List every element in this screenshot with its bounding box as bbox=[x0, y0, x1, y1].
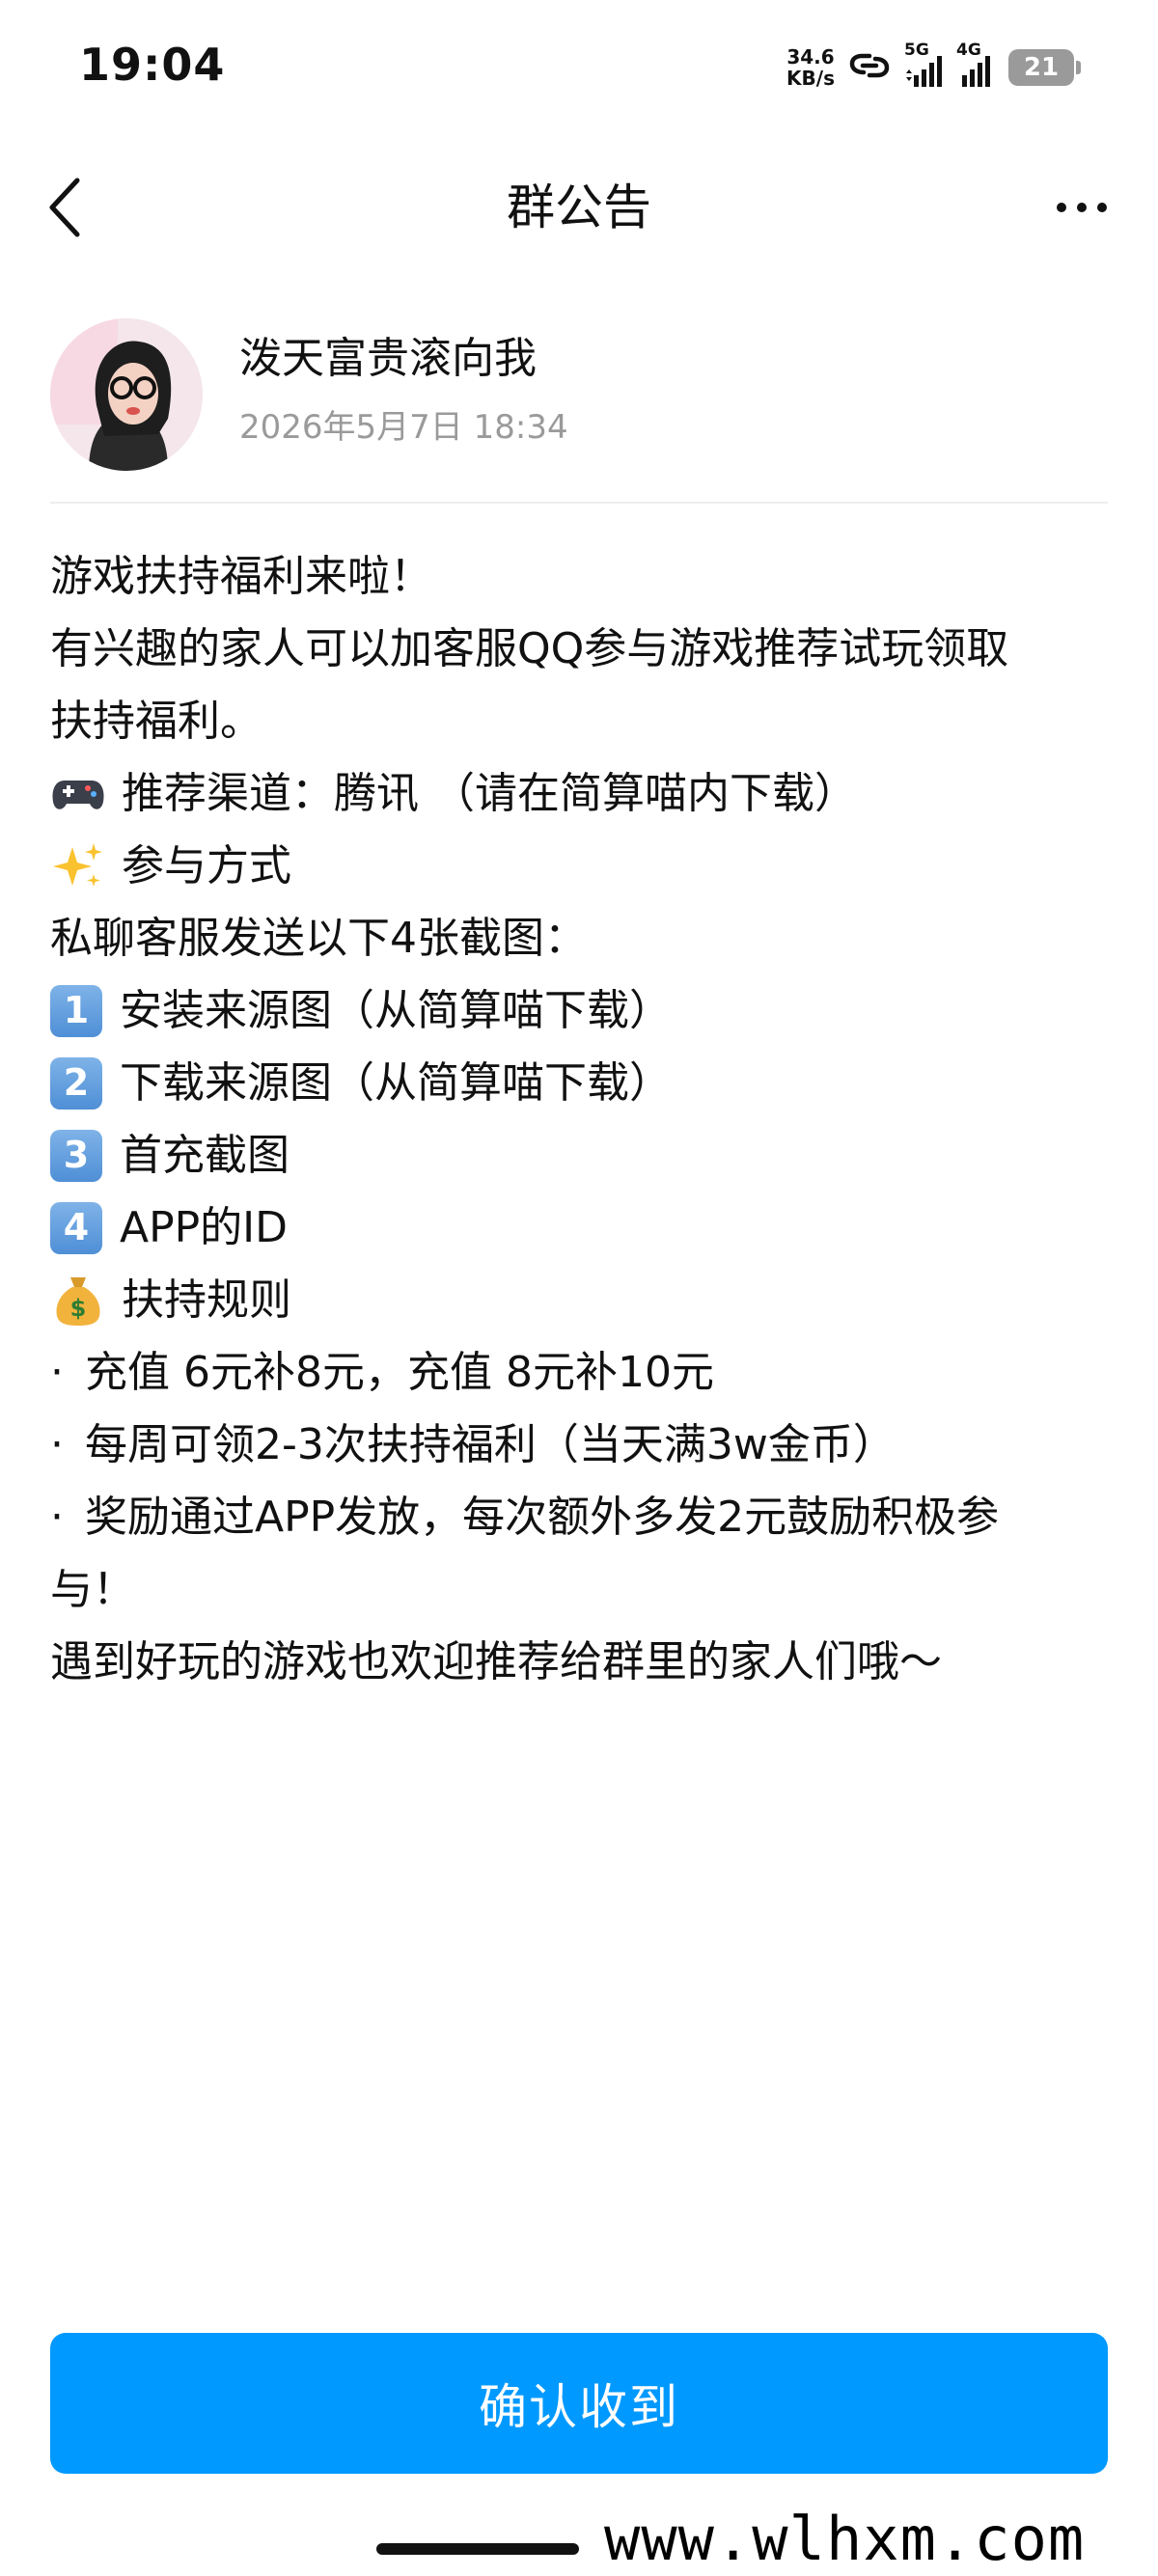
svg-text:$: $ bbox=[70, 1295, 87, 1322]
announcement-text: 有兴趣的家人可以加客服QQ参与游戏推荐试玩领取 bbox=[50, 624, 1009, 673]
battery-icon: 21 bbox=[1008, 49, 1074, 86]
battery-level: 21 bbox=[1023, 53, 1060, 82]
network-speed-value: 34.6 bbox=[786, 45, 835, 69]
more-dots-icon bbox=[1057, 203, 1107, 212]
announcement-text: 扶持规则 bbox=[122, 1275, 291, 1325]
announcement-text: 推荐渠道：腾讯 （请在简算喵内下载） bbox=[122, 769, 857, 818]
announcement-text: 安装来源图（从简算喵下载） bbox=[120, 986, 672, 1035]
status-icons: 34.6 KB/s 5G 4G 21 bbox=[786, 39, 1081, 96]
announcement-text: 每周可领2-3次扶持福利（当天满3w金币） bbox=[85, 1420, 896, 1469]
announcement-line: 扶持福利。 bbox=[50, 685, 1112, 757]
more-button[interactable] bbox=[1048, 174, 1116, 241]
announcement-line: 与！ bbox=[50, 1553, 1112, 1626]
announcement-line: 1 安装来源图（从简算喵下载） bbox=[50, 974, 1112, 1047]
page: 19:04 34.6 KB/s 5G 4G 21 群公告 泼天富贵滚向我 202… bbox=[0, 0, 1158, 2576]
announcement-text: 参与方式 bbox=[122, 841, 291, 891]
status-time: 19:04 bbox=[79, 39, 226, 91]
status-bar: 19:04 34.6 KB/s 5G 4G 21 bbox=[0, 0, 1158, 145]
page-title: 群公告 bbox=[507, 179, 651, 235]
announcement-text: 下载来源图（从简算喵下载） bbox=[120, 1058, 672, 1108]
announcement-line: 2 下载来源图（从简算喵下载） bbox=[50, 1047, 1112, 1119]
nav-bar: 群公告 bbox=[0, 145, 1158, 270]
announcement-line: $ 扶持规则 bbox=[50, 1264, 1112, 1336]
announcement-line: 游戏扶持福利来啦！ bbox=[50, 540, 1112, 613]
sparkles-icon bbox=[50, 838, 106, 894]
author-info: 泼天富贵滚向我 2026年5月7日 18:34 bbox=[50, 318, 1108, 502]
announcement-line: 参与方式 bbox=[50, 830, 1112, 902]
announcement-content: 游戏扶持福利来啦！ 有兴趣的家人可以加客服QQ参与游戏推荐试玩领取 扶持福利。 … bbox=[50, 540, 1112, 1698]
post-date: 2026年5月7日 18:34 bbox=[239, 408, 568, 447]
announcement-line: · 每周可领2-3次扶持福利（当天满3w金币） bbox=[50, 1409, 1112, 1481]
announcement-text: 充值 6元补8元，充值 8元补10元 bbox=[85, 1348, 714, 1397]
watermark: www.wlhxm.com bbox=[604, 2504, 1086, 2574]
network-speed-unit: KB/s bbox=[786, 67, 835, 90]
announcement-line: · 奖励通过APP发放，每次额外多发2元鼓励积极参 bbox=[50, 1481, 1112, 1553]
announcement-line: 3 首充截图 bbox=[50, 1119, 1112, 1192]
keycap-1-icon: 1 bbox=[50, 984, 102, 1037]
signal-5g: 5G bbox=[904, 41, 943, 89]
money-bag-icon: $ bbox=[50, 1273, 106, 1329]
home-indicator[interactable] bbox=[376, 2543, 579, 2555]
keycap-2-icon: 2 bbox=[50, 1056, 102, 1110]
signal-5g-label: 5G bbox=[904, 41, 929, 60]
confirm-received-button[interactable]: 确认收到 bbox=[50, 2333, 1108, 2474]
announcement-line: 遇到好玩的游戏也欢迎推荐给群里的家人们哦～ bbox=[50, 1626, 1112, 1698]
divider bbox=[50, 502, 1108, 504]
gamepad-icon bbox=[50, 766, 106, 822]
bullet: · bbox=[50, 1493, 64, 1542]
network-speed: 34.6 KB/s bbox=[786, 46, 835, 89]
announcement-text: 私聊客服发送以下4张截图： bbox=[50, 914, 587, 963]
announcement-text: 遇到好玩的游戏也欢迎推荐给群里的家人们哦～ bbox=[50, 1637, 942, 1686]
announcement-line: 推荐渠道：腾讯 （请在简算喵内下载） bbox=[50, 757, 1112, 830]
author-name: 泼天富贵滚向我 bbox=[239, 334, 537, 383]
battery-cap bbox=[1076, 61, 1081, 74]
announcement-line: 4 APP的ID bbox=[50, 1192, 1112, 1264]
announcement-text: 首充截图 bbox=[120, 1131, 290, 1180]
announcement-text: APP的ID bbox=[120, 1203, 289, 1252]
link-icon bbox=[848, 49, 891, 86]
signal-4g: 4G bbox=[956, 41, 995, 89]
announcement-text: 与！ bbox=[50, 1565, 135, 1614]
bullet: · bbox=[50, 1420, 64, 1469]
bullet: · bbox=[50, 1348, 64, 1397]
signal-4g-label: 4G bbox=[956, 41, 981, 60]
announcement-line: 私聊客服发送以下4张截图： bbox=[50, 902, 1112, 974]
announcement-text: 扶持福利。 bbox=[50, 697, 262, 746]
avatar[interactable] bbox=[50, 318, 203, 471]
keycap-3-icon: 3 bbox=[50, 1129, 102, 1182]
announcement-line: · 充值 6元补8元，充值 8元补10元 bbox=[50, 1336, 1112, 1409]
announcement-line: 有兴趣的家人可以加客服QQ参与游戏推荐试玩领取 bbox=[50, 613, 1112, 685]
keycap-4-icon: 4 bbox=[50, 1201, 102, 1254]
announcement-text: 奖励通过APP发放，每次额外多发2元鼓励积极参 bbox=[85, 1493, 1000, 1542]
announcement-text: 游戏扶持福利来啦！ bbox=[50, 552, 432, 601]
